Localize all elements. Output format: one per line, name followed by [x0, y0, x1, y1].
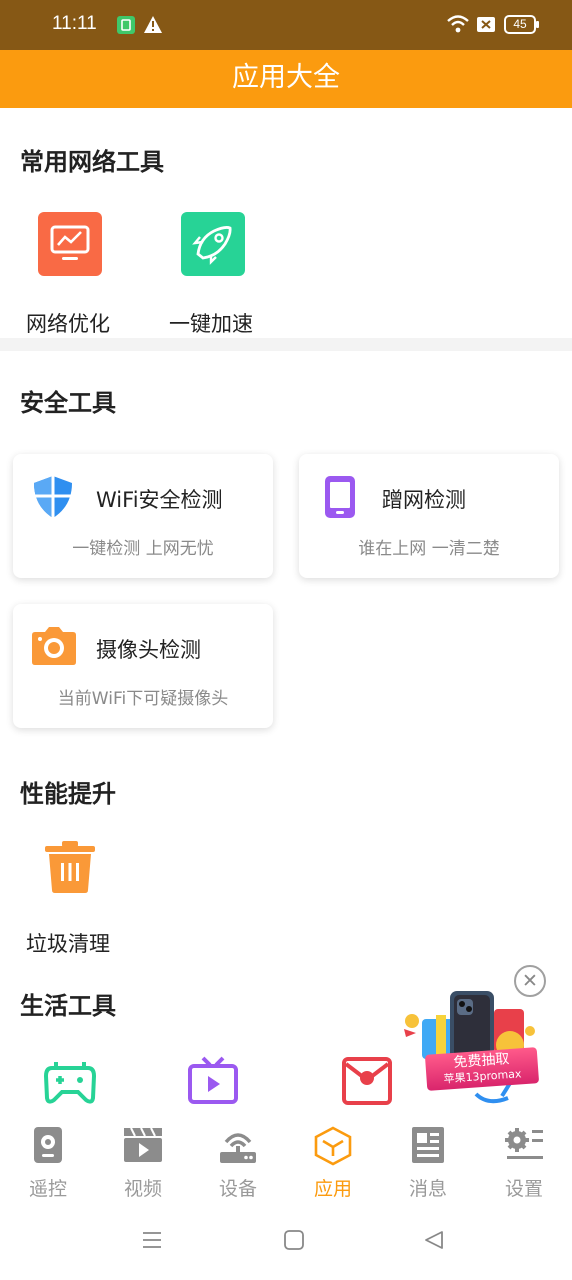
trash-icon	[38, 832, 102, 896]
app-header: 应用大全	[0, 50, 572, 108]
sim-app-icon	[116, 15, 136, 39]
settings-icon	[504, 1126, 544, 1168]
news-icon	[411, 1126, 445, 1168]
apps-cube-icon	[313, 1126, 353, 1170]
status-time: 11:11	[52, 13, 97, 34]
system-nav-bar	[0, 1204, 572, 1280]
tool-label: 垃圾清理	[26, 932, 110, 956]
tab-label: 设备	[218, 1178, 257, 1200]
warning-icon	[143, 15, 163, 38]
card-freeloader-detect[interactable]: 蹭网检测 谁在上网 一清二楚	[299, 454, 559, 578]
tool-label: 一键加速	[169, 312, 253, 336]
monitor-chart-icon	[38, 212, 102, 276]
video-icon	[123, 1126, 163, 1168]
tab-label: 视频	[123, 1178, 162, 1200]
card-wifi-security[interactable]: WiFi安全检测 一键检测 上网无忧	[13, 454, 273, 578]
battery-icon: 45	[504, 15, 539, 34]
tool-label: 网络优化	[26, 312, 110, 336]
tab-label: 遥控	[28, 1178, 67, 1200]
menu-icon[interactable]	[142, 1230, 162, 1254]
close-icon[interactable]: ✕	[514, 965, 546, 997]
wifi-icon	[446, 14, 470, 38]
card-title: 蹭网检测	[382, 488, 466, 512]
card-title: 摄像头检测	[96, 638, 201, 662]
tab-remote[interactable]: 遥控	[8, 1114, 88, 1204]
section-title-performance: 性能提升	[20, 780, 116, 808]
card-subtitle: 谁在上网 一清二楚	[358, 539, 500, 559]
sim-off-icon	[476, 16, 496, 37]
card-camera-detect[interactable]: 摄像头检测 当前WiFi下可疑摄像头	[13, 604, 273, 728]
shield-icon	[31, 474, 75, 524]
red-envelope-icon[interactable]	[341, 1054, 393, 1110]
section-title-life: 生活工具	[20, 992, 116, 1020]
router-icon	[218, 1126, 258, 1168]
tab-label: 消息	[408, 1178, 447, 1200]
remote-icon	[33, 1126, 63, 1168]
card-title: WiFi安全检测	[96, 488, 223, 512]
tab-devices[interactable]: 设备	[198, 1114, 278, 1204]
tab-label: 设置	[504, 1178, 543, 1200]
section-title-security: 安全工具	[20, 389, 116, 417]
back-icon[interactable]	[424, 1230, 444, 1254]
card-subtitle: 当前WiFi下可疑摄像头	[57, 689, 229, 709]
tab-apps[interactable]: 应用	[293, 1114, 373, 1204]
card-subtitle: 一键检测 上网无忧	[72, 539, 214, 559]
section-divider	[0, 338, 572, 351]
tv-icon[interactable]	[187, 1054, 239, 1110]
gamepad-icon[interactable]	[43, 1054, 97, 1110]
tab-video[interactable]: 视频	[103, 1114, 183, 1204]
camera-icon	[31, 626, 77, 670]
rocket-icon	[181, 212, 245, 276]
promo-floating-ad[interactable]: 免费抽取 苹果13promax	[402, 985, 542, 1105]
tab-label: 应用	[313, 1178, 352, 1200]
page-title: 应用大全	[232, 62, 340, 93]
status-bar: 11:11 45	[0, 0, 572, 50]
tab-settings[interactable]: 设置	[484, 1114, 564, 1204]
home-icon[interactable]	[284, 1230, 304, 1254]
tab-messages[interactable]: 消息	[388, 1114, 468, 1204]
section-title-network: 常用网络工具	[20, 148, 164, 176]
phone-icon	[323, 474, 357, 524]
